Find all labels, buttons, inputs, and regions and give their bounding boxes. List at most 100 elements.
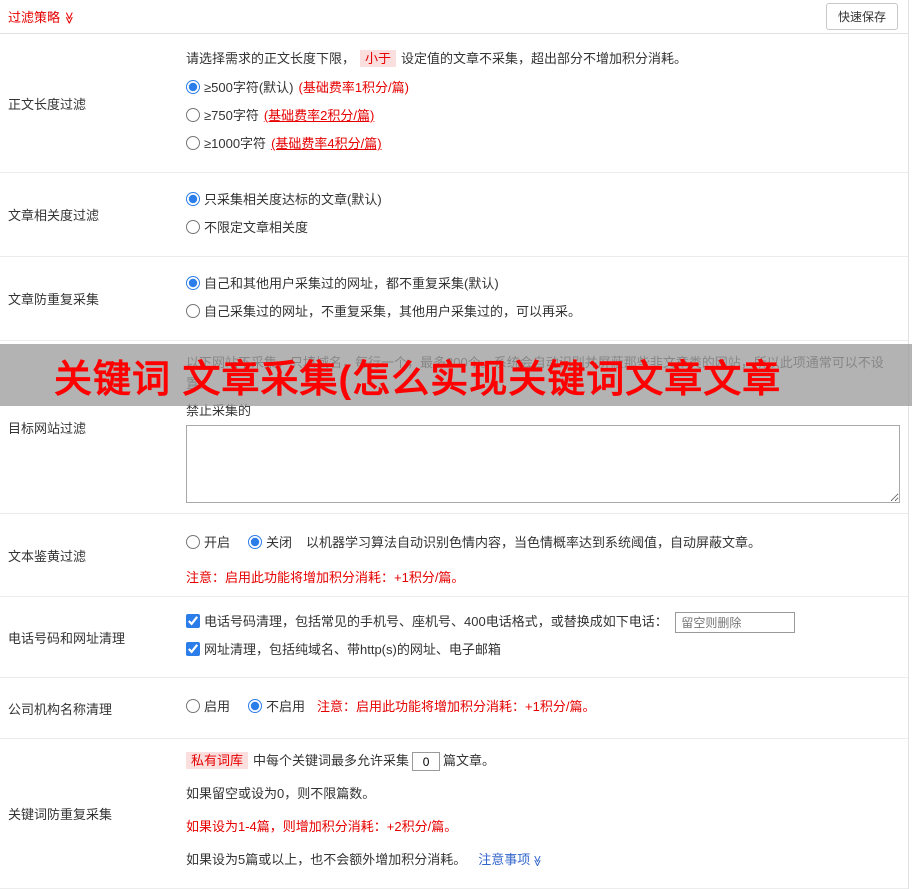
company-cleanup-options: 启用 不启用 注意：启用此功能将增加积分消耗：+1积分/篇。 <box>186 693 900 721</box>
company-cleanup-note: 注意：启用此功能将增加积分消耗：+1积分/篇。 <box>317 699 596 715</box>
length-filter-content: 请选择需求的正文长度下限， 小于 设定值的文章不采集，超出部分不增加积分消耗。 ≥5… <box>180 34 908 172</box>
row-target-site-filter: 目标网站过滤 以下网站不采集，只填域名，每行一个，最多200个。系统会自动识别并… <box>0 341 908 514</box>
relevance-option-strict[interactable]: 只采集相关度达标的文章(默认) <box>186 190 900 209</box>
relevance-option-strict-label: 只采集相关度达标的文章(默认) <box>204 192 382 207</box>
dedupe-option-self[interactable]: 自己采集过的网址，不重复采集，其他用户采集过的，可以再采。 <box>186 302 900 321</box>
length-option-1000-label: ≥1000字符 <box>204 136 267 151</box>
length-intro-pre: 请选择需求的正文长度下限， <box>186 51 356 66</box>
dedupe-content: 自己和其他用户采集过的网址，都不重复采集(默认) 自己采集过的网址，不重复采集，… <box>180 257 908 340</box>
porn-option-on[interactable]: 开启 <box>186 533 230 553</box>
row-phone-url-cleanup: 电话号码和网址清理 电话号码清理，包括常见的手机号、座机号、400电话格式，或替… <box>0 597 908 679</box>
company-radio-off[interactable] <box>248 699 263 714</box>
porn-radio-off[interactable] <box>248 535 263 549</box>
phone-cleanup-checkbox[interactable] <box>186 614 200 628</box>
length-radio-1000[interactable] <box>186 136 200 150</box>
dedupe-label: 文章防重复采集 <box>8 292 100 307</box>
blocked-domains-textarea[interactable] <box>186 425 900 503</box>
keyword-limit-line: 私有词库中每个关键词最多允许采集 篇文章。 <box>186 751 900 772</box>
length-option-750-fee: (基础费率2积分/篇) <box>263 108 375 123</box>
porn-filter-desc: 以机器学习算法自动识别色情内容，当色情概率达到系统阈值，自动屏蔽文章。 <box>306 535 762 550</box>
porn-option-on-label: 开启 <box>204 535 231 550</box>
row-company-cleanup: 公司机构名称清理 启用 不启用 注意：启用此功能将增加积分消耗：+1积分/篇。 <box>0 678 908 740</box>
relevance-radio-strict[interactable] <box>186 192 200 206</box>
url-cleanup-option[interactable]: 网址清理，包括纯域名、带http(s)的网址、电子邮箱 <box>186 642 501 657</box>
target-site-desc: 以下网站不采集，只填域名，每行一个，最多200个。系统会自动识别并屏蔽那些非文章… <box>186 355 884 391</box>
row-relevance-filter: 文章相关度过滤 只采集相关度达标的文章(默认) 不限定文章相关度 <box>0 173 908 257</box>
porn-filter-label: 文本鉴黄过滤 <box>8 548 87 564</box>
company-cleanup-content: 启用 不启用 注意：启用此功能将增加积分消耗：+1积分/篇。 <box>180 678 908 738</box>
relevance-radio-any[interactable] <box>186 220 200 234</box>
settings-panel: 过滤策略 ≫ 快速保存 正文长度过滤 请选择需求的正文长度下限， 小于 设定值的文章不… <box>0 0 909 889</box>
dedupe-option-global[interactable]: 自己和其他用户采集过的网址，都不重复采集(默认) <box>186 274 900 293</box>
target-site-filter-label: 目标网站过滤 <box>8 420 87 436</box>
chevron-down-icon: ≫ <box>62 11 77 25</box>
length-intro: 请选择需求的正文长度下限， 小于 设定值的文章不采集，超出部分不增加积分消耗。 <box>186 49 900 69</box>
dedupe-option-self-label: 自己采集过的网址，不重复采集，其他用户采集过的，可以再采。 <box>204 304 582 319</box>
porn-filter-content: 开启 关闭 以机器学习算法自动识别色情内容，当色情概率达到系统阈值，自动屏蔽文章… <box>180 514 908 596</box>
keyword-note-five: 如果设为5篇或以上，也不会额外增加积分消耗。 注意事项≫ <box>186 850 900 871</box>
filter-strategy-page: 过滤策略 ≫ 快速保存 正文长度过滤 请选择需求的正文长度下限， 小于 设定值的文章不… <box>0 0 912 889</box>
length-option-750-label: ≥750字符 <box>204 108 259 123</box>
blocked-domains-label: 禁止采集的 <box>186 403 252 418</box>
url-cleanup-label-text: 网址清理，包括纯域名、带http(s)的网址、电子邮箱 <box>204 642 501 658</box>
dedupe-option-global-label: 自己和其他用户采集过的网址，都不重复采集(默认) <box>204 276 499 291</box>
keyword-limit-mid: 中每个关键词最多允许采集 <box>253 753 410 769</box>
filter-strategy-toggle[interactable]: 过滤策略 ≫ <box>8 7 76 26</box>
target-site-filter-content: 以下网站不采集，只填域名，每行一个，最多200个。系统会自动识别并屏蔽那些非文章… <box>180 341 908 513</box>
phone-url-cleanup-label: 电话号码和网址清理 <box>8 630 126 646</box>
relevance-option-any[interactable]: 不限定文章相关度 <box>186 218 900 237</box>
row-porn-filter: 文本鉴黄过滤 开启 关闭 以机器学习算法自动识别色情内容，当色情概率达到系统阈值… <box>0 514 908 597</box>
length-option-1000[interactable]: ≥1000字符 (基础费率4积分/篇) <box>186 134 900 153</box>
url-cleanup-checkbox[interactable] <box>186 642 200 657</box>
page-title: 过滤策略 <box>8 10 61 25</box>
porn-filter-options: 开启 关闭 以机器学习算法自动识别色情内容，当色情概率达到系统阈值，自动屏蔽文章… <box>186 529 900 557</box>
relevance-filter-label: 文章相关度过滤 <box>8 208 100 223</box>
relevance-option-any-label: 不限定文章相关度 <box>204 220 309 235</box>
row-keyword-dedupe: 关键词防重复采集 私有词库中每个关键词最多允许采集 篇文章。 如果留空或设为0，则… <box>0 739 908 889</box>
porn-option-off[interactable]: 关闭 <box>248 533 292 553</box>
company-radio-on[interactable] <box>186 699 200 714</box>
link-chevron-down-icon: ≫ <box>531 855 544 867</box>
length-filter-label: 正文长度过滤 <box>8 96 87 112</box>
company-option-off[interactable]: 不启用 <box>248 697 305 717</box>
less-than-highlight: 小于 <box>360 50 397 67</box>
company-cleanup-label: 公司机构名称清理 <box>8 701 113 717</box>
length-intro-post: 设定值的文章不采集，超出部分不增加积分消耗。 <box>401 51 688 66</box>
keyword-dedupe-content: 私有词库中每个关键词最多允许采集 篇文章。 如果留空或设为0，则不限篇数。 如果设… <box>180 739 908 888</box>
phone-cleanup-line: 电话号码清理，包括常见的手机号、座机号、400电话格式，或替换成如下电话： <box>186 612 900 634</box>
keyword-note-zero: 如果留空或设为0，则不限篇数。 <box>186 786 376 802</box>
keyword-dedupe-label: 关键词防重复采集 <box>8 807 113 823</box>
private-thesaurus-highlight: 私有词库 <box>186 752 249 770</box>
phone-url-cleanup-content: 电话号码清理，包括常见的手机号、座机号、400电话格式，或替换成如下电话： 网址… <box>180 597 908 677</box>
length-option-1000-fee: (基础费率4积分/篇) <box>271 136 382 151</box>
dedupe-radio-self[interactable] <box>186 304 200 318</box>
phone-cleanup-option[interactable]: 电话号码清理，包括常见的手机号、座机号、400电话格式，或替换成如下电话： <box>186 614 671 629</box>
length-option-750[interactable]: ≥750字符 (基础费率2积分/篇) <box>186 106 900 125</box>
length-radio-750[interactable] <box>186 108 200 122</box>
keyword-note-five-text: 如果设为5篇或以上，也不会额外增加积分消耗。 <box>186 852 467 868</box>
porn-filter-note: 注意：启用此功能将增加积分消耗：+1积分/篇。 <box>186 570 465 585</box>
length-option-500-fee: (基础费率1积分/篇) <box>298 80 409 95</box>
length-option-500-label: ≥500字符(默认) <box>204 80 294 95</box>
length-radio-500[interactable] <box>186 80 200 94</box>
keyword-limit-end: 篇文章。 <box>443 753 496 769</box>
length-option-500[interactable]: ≥500字符(默认) (基础费率1积分/篇) <box>186 78 900 97</box>
toolbar: 过滤策略 ≫ 快速保存 <box>0 0 908 34</box>
url-cleanup-line: 网址清理，包括纯域名、带http(s)的网址、电子邮箱 <box>186 640 900 660</box>
keyword-note-fee: 如果设为1-4篇，则增加积分消耗：+2积分/篇。 <box>186 819 458 835</box>
notice-link[interactable]: 注意事项≫ <box>478 852 543 867</box>
dedupe-radio-global[interactable] <box>186 276 200 290</box>
relevance-filter-content: 只采集相关度达标的文章(默认) 不限定文章相关度 <box>180 173 908 256</box>
company-option-on[interactable]: 启用 <box>186 697 230 717</box>
row-dedupe: 文章防重复采集 自己和其他用户采集过的网址，都不重复采集(默认) 自己采集过的网… <box>0 257 908 341</box>
porn-option-off-label: 关闭 <box>266 535 293 550</box>
quick-save-button[interactable]: 快速保存 <box>825 3 898 30</box>
porn-radio-on[interactable] <box>186 535 200 549</box>
replacement-phone-input[interactable] <box>675 612 796 634</box>
row-length-filter: 正文长度过滤 请选择需求的正文长度下限， 小于 设定值的文章不采集，超出部分不增加积… <box>0 34 908 173</box>
company-option-on-label: 启用 <box>204 699 231 715</box>
phone-cleanup-label-text: 电话号码清理，包括常见的手机号、座机号、400电话格式，或替换成如下电话： <box>204 614 668 629</box>
keyword-limit-input[interactable] <box>412 752 441 772</box>
company-option-off-label: 不启用 <box>266 699 306 715</box>
notice-link-text: 注意事项 <box>478 852 531 868</box>
